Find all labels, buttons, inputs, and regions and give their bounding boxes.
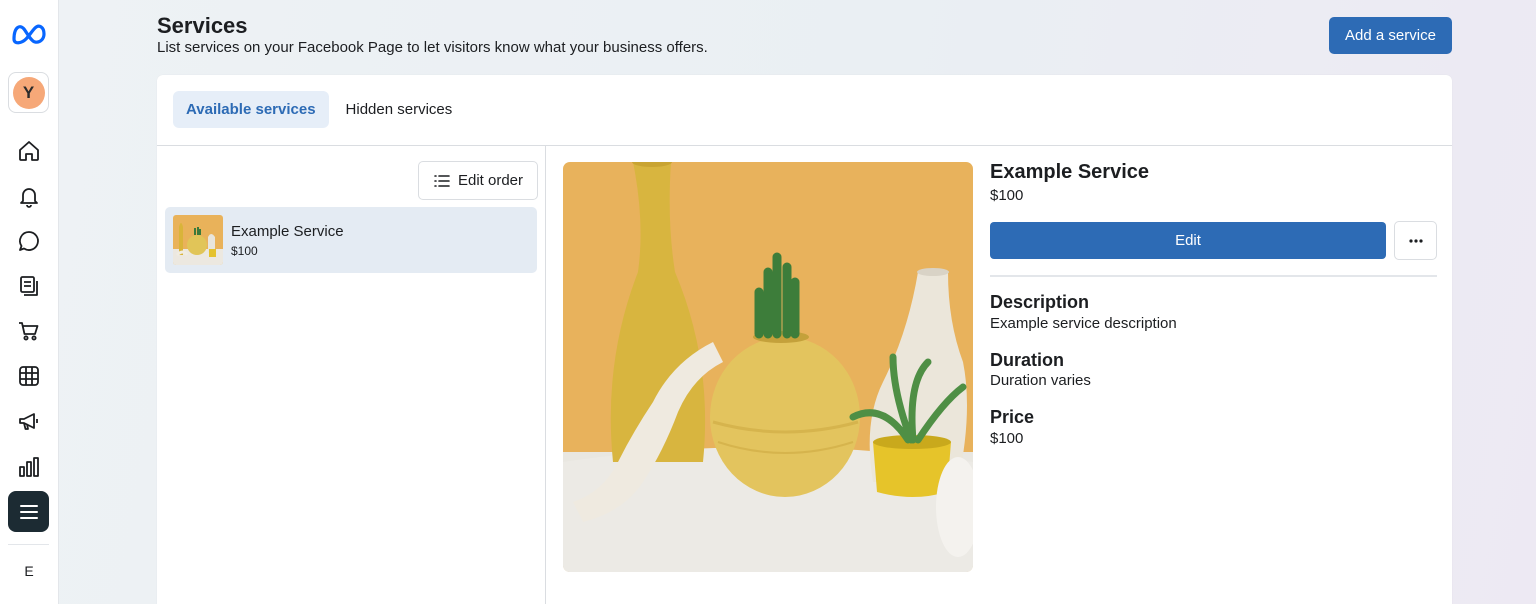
account-switcher[interactable]: Y xyxy=(8,72,49,113)
nav-inbox[interactable] xyxy=(8,220,49,261)
meta-logo-icon[interactable] xyxy=(11,21,47,47)
price-value: $100 xyxy=(990,430,1024,447)
chat-bubble-icon xyxy=(18,230,39,251)
nav-content[interactable] xyxy=(8,265,49,306)
description-value: Example service description xyxy=(990,315,1177,332)
add-service-button[interactable]: Add a service xyxy=(1329,17,1452,54)
home-icon xyxy=(18,140,39,161)
panel-divider xyxy=(545,146,546,604)
service-list-item[interactable]: Example Service $100 xyxy=(165,207,537,273)
service-detail-title: Example Service xyxy=(990,161,1149,183)
service-item-name: Example Service xyxy=(231,223,344,240)
nav-all-tools[interactable] xyxy=(8,491,49,532)
service-image xyxy=(563,162,973,572)
rail-bottom-item[interactable]: E xyxy=(0,563,58,579)
list-icon xyxy=(434,174,450,187)
duration-value: Duration varies xyxy=(990,372,1091,389)
nav-home[interactable] xyxy=(8,130,49,171)
nav-commerce[interactable] xyxy=(8,310,49,351)
description-label: Description xyxy=(990,292,1090,312)
shopping-cart-icon xyxy=(18,321,38,340)
table-grid-icon xyxy=(18,365,39,386)
rail-divider xyxy=(8,544,49,545)
left-navigation-rail: Y E xyxy=(0,0,59,604)
services-tabs: Available services Hidden services xyxy=(173,91,465,128)
more-horizontal-icon xyxy=(1408,238,1423,243)
nav-notifications[interactable] xyxy=(8,175,49,216)
bar-chart-icon xyxy=(18,456,39,477)
detail-divider xyxy=(990,275,1437,277)
edit-order-label: Edit order xyxy=(457,172,524,189)
service-item-price: $100 xyxy=(231,244,258,258)
tab-hidden-services[interactable]: Hidden services xyxy=(333,91,466,128)
page-title: Services xyxy=(157,13,248,38)
tab-available-services[interactable]: Available services xyxy=(173,91,329,128)
tabs-divider xyxy=(157,145,1452,146)
edit-order-button[interactable]: Edit order xyxy=(418,161,538,200)
hamburger-menu-icon xyxy=(19,504,38,519)
more-options-button[interactable] xyxy=(1394,221,1437,260)
price-label: Price xyxy=(990,407,1035,427)
nav-ads[interactable] xyxy=(8,400,49,441)
posts-icon xyxy=(19,275,38,296)
duration-label: Duration xyxy=(990,350,1064,370)
services-card: Available services Hidden services Edit … xyxy=(157,75,1452,604)
edit-service-button[interactable]: Edit xyxy=(990,222,1386,259)
service-detail-price: $100 xyxy=(990,187,1024,204)
megaphone-icon xyxy=(18,412,38,430)
page-subtitle: List services on your Facebook Page to l… xyxy=(157,39,708,56)
avatar: Y xyxy=(12,76,45,109)
nav-planner[interactable] xyxy=(8,355,49,396)
service-thumbnail xyxy=(173,215,223,265)
nav-insights[interactable] xyxy=(8,446,49,487)
bell-icon xyxy=(19,187,38,208)
